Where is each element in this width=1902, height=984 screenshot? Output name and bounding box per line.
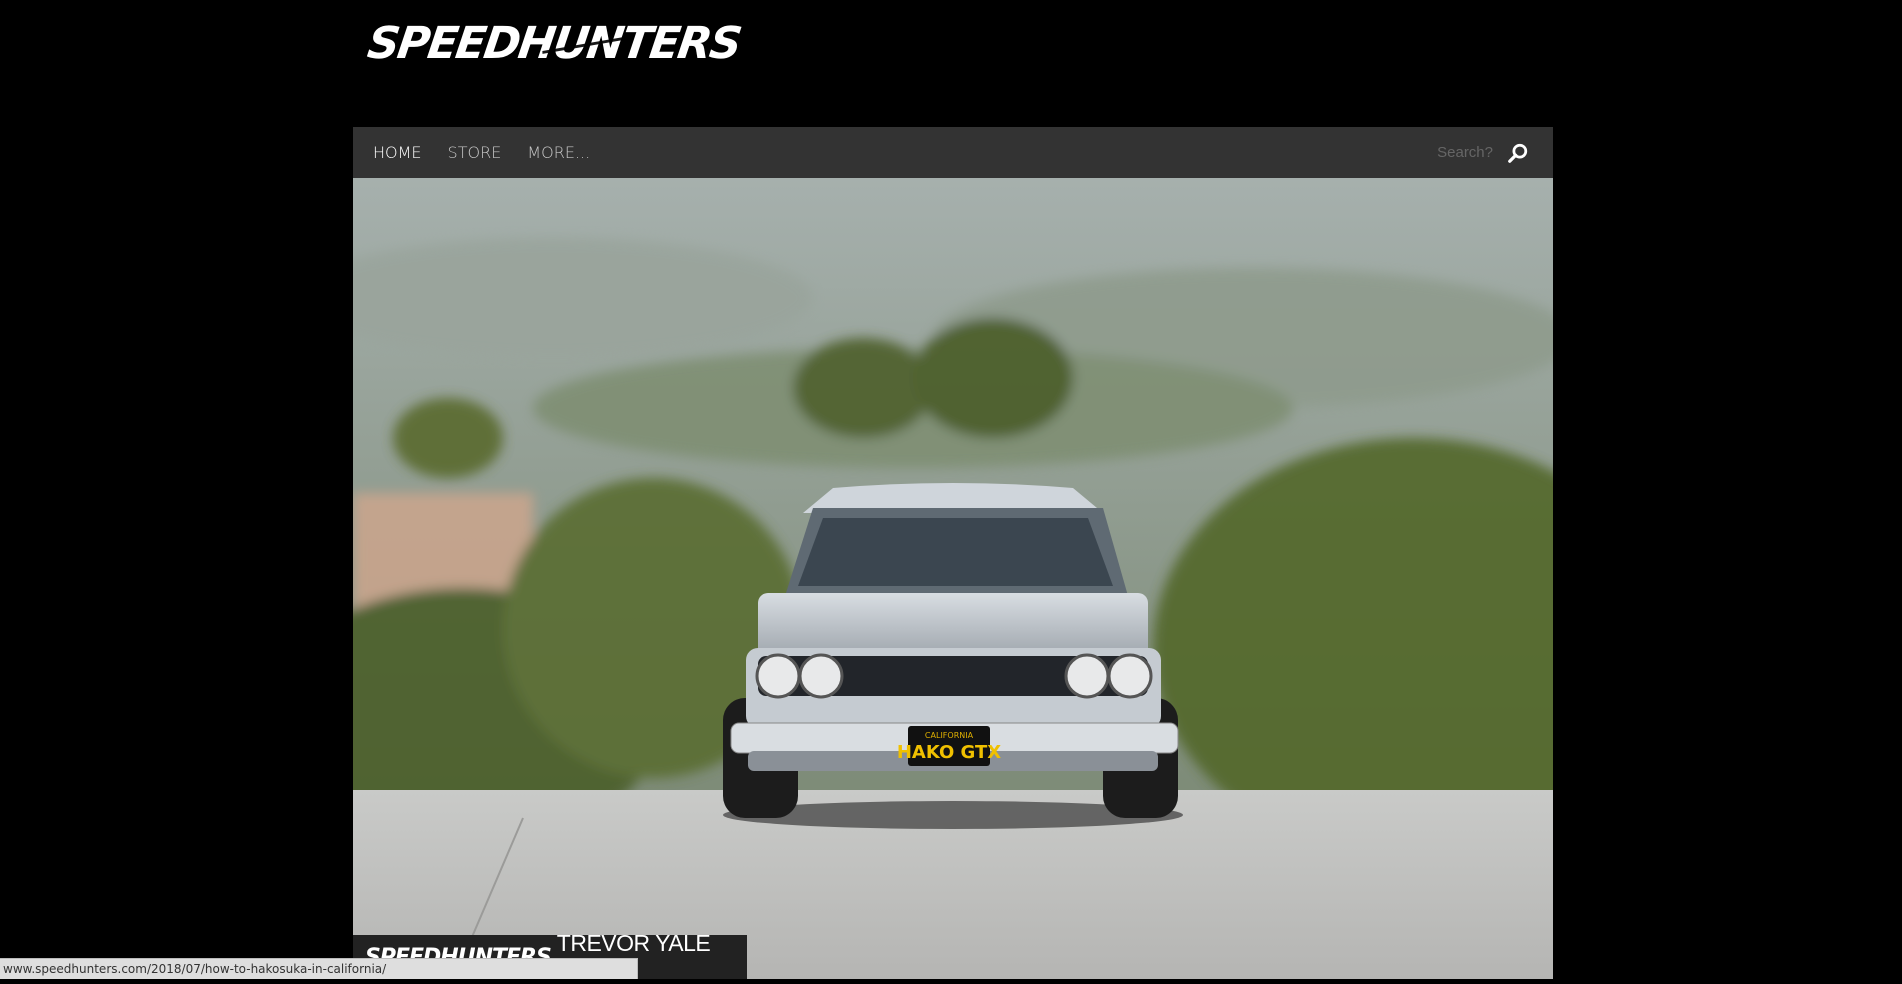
license-plate: HAKO GTX bbox=[897, 742, 1001, 763]
hero-image[interactable]: CALIFORNIA HAKO GTX bbox=[353, 178, 1553, 979]
site-logo[interactable]: SPEEDHUNTERS bbox=[364, 18, 743, 69]
plate-state: CALIFORNIA bbox=[925, 731, 974, 740]
status-bar-url: www.speedhunters.com/2018/07/how-to-hako… bbox=[0, 958, 638, 979]
nav-home[interactable]: HOME bbox=[373, 143, 422, 162]
nav-store[interactable]: STORE bbox=[448, 143, 502, 162]
search-box bbox=[1425, 142, 1529, 164]
search-icon[interactable] bbox=[1507, 142, 1529, 164]
hero-photo: CALIFORNIA HAKO GTX bbox=[353, 178, 1553, 979]
nav-more[interactable]: MORE... bbox=[527, 143, 590, 162]
main-navbar: HOME STORE MORE... bbox=[353, 127, 1553, 178]
site-logo-text: SPEEDHUNTERS bbox=[364, 18, 744, 69]
search-input[interactable] bbox=[1425, 143, 1495, 162]
